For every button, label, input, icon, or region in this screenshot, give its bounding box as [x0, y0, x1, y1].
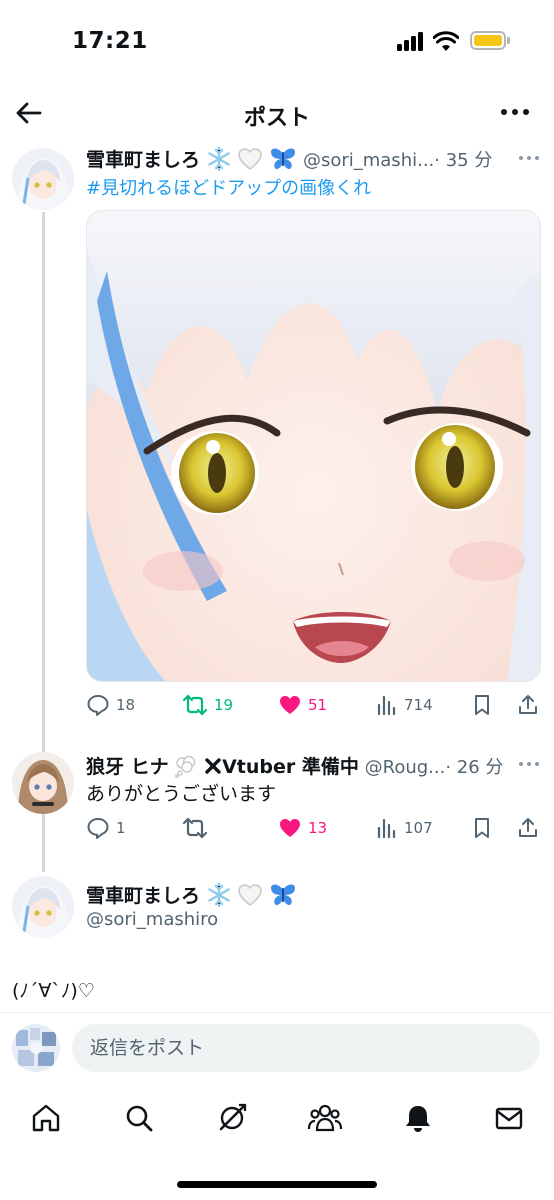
display-name[interactable]: 狼牙 ヒナ [86, 756, 169, 778]
white-heart-emoji-icon [237, 146, 263, 177]
post-header: 雪車町ましろ [86, 881, 297, 913]
battery-icon [470, 31, 506, 50]
mail-icon [495, 1107, 523, 1130]
page-title: ポスト [243, 106, 310, 131]
wifi-icon [433, 31, 459, 51]
post-actions: 1 13 107 [86, 814, 546, 842]
tab-search[interactable] [121, 1100, 157, 1136]
reply-button[interactable]: 18 [86, 691, 135, 719]
like-icon [280, 819, 300, 837]
share-icon[interactable] [516, 693, 540, 717]
post-text: ありがとうございます [86, 783, 277, 805]
bottom-tab-bar [0, 1086, 554, 1152]
user-handle[interactable]: @Roug... [365, 757, 446, 778]
like-count: 51 [308, 696, 328, 714]
post-image[interactable] [86, 210, 541, 682]
reply-composer [0, 1012, 554, 1082]
post-time: · 35 分 [434, 150, 493, 171]
my-avatar [12, 1024, 60, 1072]
home-icon [32, 1104, 60, 1132]
repost-button[interactable] [182, 814, 214, 842]
repost-icon [182, 817, 208, 839]
like-icon [280, 696, 300, 714]
views-button[interactable]: 714 [376, 691, 433, 719]
views-count: 107 [404, 819, 433, 837]
home-indicator[interactable] [177, 1181, 377, 1188]
views-icon [377, 818, 396, 839]
reply-icon [87, 818, 109, 839]
avatar[interactable] [12, 148, 74, 210]
more-options-icon[interactable] [498, 100, 532, 124]
bell-icon [406, 1106, 430, 1132]
post-text: (ﾉ´∀`ﾉ)♡ [12, 980, 95, 1002]
tab-notifications[interactable] [400, 1100, 436, 1136]
views-icon [377, 695, 396, 716]
repost-icon [182, 694, 208, 716]
like-count: 13 [308, 819, 328, 837]
reply-icon [87, 695, 109, 716]
repost-button[interactable]: 19 [182, 691, 233, 719]
display-name[interactable]: 雪車町ましろ [86, 149, 200, 171]
bookmark-icon[interactable] [470, 693, 494, 717]
snowflake-emoji-icon [206, 882, 232, 913]
post-more-icon[interactable] [518, 760, 540, 768]
bookmark-icon[interactable] [470, 816, 494, 840]
reply-button[interactable]: 1 [86, 814, 126, 842]
post-header: 雪車町ましろ @sori_mashi...· 35 分 [86, 145, 492, 177]
post-more-icon[interactable] [518, 154, 540, 162]
search-icon [126, 1105, 153, 1132]
butterfly-emoji-icon [269, 882, 297, 913]
user-handle[interactable]: @sori_mashiro [86, 909, 218, 930]
top-header: ポスト [0, 88, 554, 138]
display-name[interactable]: 雪車町ましろ [86, 885, 200, 907]
views-button[interactable]: 107 [376, 814, 433, 842]
user-handle[interactable]: @sori_mashi... [303, 150, 434, 171]
hashtag-link[interactable]: #見切れるほどドアップの画像くれ [86, 174, 371, 200]
tab-messages[interactable] [491, 1100, 527, 1136]
post-header: 狼牙 ヒナ Vtuber 準備中 @Roug...· 26 分 [86, 752, 503, 783]
tab-home[interactable] [28, 1100, 64, 1136]
display-name-suffix[interactable]: Vtuber 準備中 [222, 756, 359, 778]
repost-count: 19 [214, 696, 234, 714]
avatar[interactable] [12, 752, 74, 814]
status-bar: 17:21 [0, 0, 554, 84]
battery-tip [507, 37, 510, 44]
butterfly-emoji-icon [269, 146, 297, 177]
reply-input[interactable] [72, 1024, 540, 1072]
reply-count: 1 [116, 819, 126, 837]
like-button[interactable]: 13 [278, 814, 327, 842]
status-time: 17:21 [72, 28, 148, 54]
tab-grok[interactable] [214, 1100, 250, 1136]
post-actions: 18 19 51 714 [86, 691, 546, 719]
cross-mark-emoji-icon [204, 756, 222, 781]
share-icon[interactable] [516, 816, 540, 840]
snowflake-emoji-icon [206, 146, 232, 177]
avatar[interactable] [12, 876, 74, 938]
grok-icon [219, 1103, 247, 1131]
like-button[interactable]: 51 [278, 691, 327, 719]
reply-count: 18 [116, 696, 136, 714]
cellular-signal-icon [397, 31, 427, 51]
white-heart-emoji-icon [237, 882, 263, 913]
views-count: 714 [404, 696, 433, 714]
tab-communities[interactable] [307, 1100, 343, 1136]
communities-icon [307, 1104, 343, 1132]
post-time: · 26 分 [445, 757, 504, 778]
